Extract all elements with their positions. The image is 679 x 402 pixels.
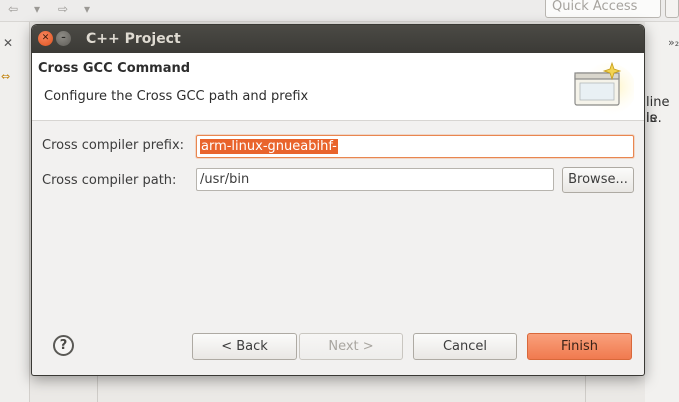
finish-button[interactable]: Finish: [527, 333, 632, 360]
more-views-icon[interactable]: »₂: [668, 36, 679, 49]
dialog-title: C++ Project: [86, 31, 181, 47]
quick-access-input[interactable]: Quick Access: [545, 0, 661, 18]
cpp-project-dialog: ✕ – C++ Project Cross GCC Command Config…: [31, 24, 645, 376]
path-label: Cross compiler path:: [42, 173, 177, 188]
prefix-label: Cross compiler prefix:: [42, 138, 185, 153]
cross-compiler-path-input[interactable]: /usr/bin: [196, 168, 554, 191]
page-description: Configure the Cross GCC path and prefix: [44, 89, 309, 104]
next-button[interactable]: Next >: [299, 333, 403, 360]
help-icon[interactable]: ?: [53, 335, 74, 356]
link-icon[interactable]: ⇔: [1, 70, 10, 83]
perspective-button[interactable]: [665, 0, 679, 18]
divider: [585, 376, 586, 402]
cancel-button[interactable]: Cancel: [413, 333, 517, 360]
ide-bottom-panel: [30, 376, 645, 402]
dropdown-icon[interactable]: ▾: [34, 0, 40, 20]
editor-text: le.: [646, 111, 662, 126]
wizard-banner-icon: [574, 61, 634, 115]
selected-text: arm-linux-gnueabihf-: [200, 139, 338, 154]
ide-toolbar: ⇦ ▾ ⇨ ▾ Quick Access: [0, 0, 679, 22]
minimize-window-button[interactable]: –: [56, 31, 71, 46]
cross-compiler-prefix-input[interactable]: arm-linux-gnueabihf-: [196, 135, 634, 158]
browse-button[interactable]: Browse...: [562, 167, 634, 193]
close-icon[interactable]: ✕: [3, 36, 13, 50]
divider: [97, 376, 98, 402]
back-button[interactable]: < Back: [192, 333, 297, 360]
dropdown-icon[interactable]: ▾: [84, 0, 90, 20]
dialog-titlebar[interactable]: ✕ – C++ Project: [32, 25, 644, 53]
page-title: Cross GCC Command: [38, 61, 191, 76]
ide-right-panel: [645, 22, 679, 402]
back-arrow-icon[interactable]: ⇦: [8, 0, 18, 20]
wizard-header: Cross GCC Command Configure the Cross GC…: [32, 53, 644, 121]
forward-arrow-icon[interactable]: ⇨: [58, 0, 68, 20]
close-window-button[interactable]: ✕: [38, 31, 53, 46]
